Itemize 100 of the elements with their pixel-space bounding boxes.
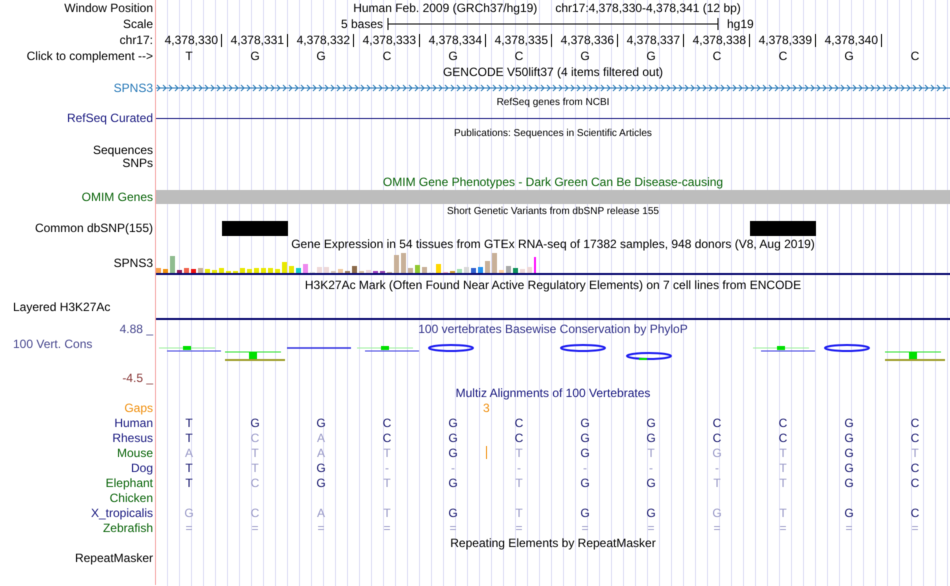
aligned-base: - (714, 462, 720, 474)
aligned-base: A (316, 446, 326, 458)
aligned-base: T (778, 446, 788, 458)
reference-base[interactable]: G (288, 50, 354, 62)
aligned-base: G (315, 462, 327, 474)
aligned-base: G (645, 506, 657, 518)
row-label[interactable]: chr17: (120, 34, 153, 46)
aligned-base: G (579, 476, 591, 488)
track-title: H3K27Ac Mark (Often Found Near Active Regulatory Elements) on 7 cell lines from ENCODE (304, 278, 802, 290)
gap-count: 3 (483, 402, 490, 414)
aligned-base: G (843, 446, 855, 458)
reference-base[interactable]: G (618, 50, 684, 62)
aligned-base: C (910, 462, 920, 474)
aligned-base: = (646, 522, 656, 534)
aligned-base: C (910, 416, 920, 428)
variant-block[interactable] (222, 220, 288, 236)
track-label[interactable]: OMIM Genes (82, 190, 153, 202)
track-label[interactable]: Sequences (92, 144, 153, 156)
aligned-base: = (910, 522, 920, 534)
aligned-base: T (514, 506, 524, 518)
gene-strand-drawing[interactable] (156, 84, 950, 92)
aligned-base: = (514, 522, 524, 534)
aligned-base: G (645, 476, 657, 488)
aligned-base: C (910, 476, 920, 488)
species-label[interactable]: Chicken (110, 492, 153, 504)
track-label[interactable]: RefSeq Curated (66, 112, 153, 124)
track-title: 100 vertebrates Basewise Conservation by PhyloP (418, 323, 688, 335)
variant-block[interactable] (750, 220, 816, 236)
position-text: chr17:4,378,330-4,378,341 (12 bp) (555, 2, 741, 14)
species-label[interactable]: Rhesus (112, 432, 153, 444)
species-label[interactable]: Human (114, 416, 153, 428)
row-label[interactable]: Scale (122, 18, 153, 30)
aligned-base: T (184, 462, 194, 474)
reference-base[interactable]: C (354, 50, 420, 62)
coordinate-tick: 4,378,337 (618, 34, 684, 46)
aligned-base: C (250, 432, 260, 444)
aligned-base: T (382, 506, 392, 518)
aligned-base: = (580, 522, 590, 534)
track-label[interactable]: SPNS3 (114, 257, 153, 269)
track-title: Multiz Alignments of 100 Vertebrates (456, 386, 650, 398)
row-label[interactable]: Window Position (64, 2, 153, 14)
aligned-base: T (382, 476, 392, 488)
scale-assembly: hg19 (727, 18, 754, 30)
aligned-base: G (183, 506, 195, 518)
axis-min-label: -4.5 _ (122, 372, 153, 384)
aligned-base: G (843, 476, 855, 488)
aligned-base: T (250, 446, 260, 458)
aligned-base: G (447, 476, 459, 488)
species-label[interactable]: Dog (130, 462, 153, 474)
aligned-base: T (646, 446, 656, 458)
expression-bars-drawing[interactable] (156, 251, 536, 273)
track-title: Short Genetic Variants from dbSNP release 155 (447, 207, 659, 217)
coordinate-tick: 4,378,332 (288, 34, 354, 46)
coordinate-tick: 4,378,336 (552, 34, 618, 46)
aligned-base: - (582, 462, 588, 474)
track-title: Publications: Sequences in Scientific Articles (454, 129, 652, 139)
reference-base[interactable]: G (420, 50, 486, 62)
aligned-base: T (514, 476, 524, 488)
species-label[interactable]: Elephant (106, 476, 153, 488)
aligned-base: T (184, 432, 194, 444)
aligned-base: - (516, 462, 522, 474)
aligned-base: G (645, 432, 657, 444)
aligned-base: A (184, 446, 194, 458)
track-label[interactable]: 100 Vert. Cons (13, 338, 92, 350)
track-title: Gene Expression in 54 tissues from GTEx RNA-seq of 17382 samples, 948 donors (V8, Aug 2019) (291, 238, 815, 250)
aligned-base: C (712, 416, 722, 428)
aligned-base: T (250, 462, 260, 474)
reference-base[interactable]: T (156, 50, 222, 62)
aligned-base: C (778, 432, 788, 444)
complement-link[interactable]: Click to complement --> (26, 50, 153, 62)
track-label[interactable]: RepeatMasker (74, 552, 153, 564)
axis-max-label: 4.88 _ (120, 323, 153, 335)
aligned-base: G (579, 506, 591, 518)
aligned-base: G (249, 416, 261, 428)
track-label[interactable]: Layered H3K27Ac (13, 301, 110, 313)
aligned-base: G (843, 416, 855, 428)
reference-base[interactable]: C (486, 50, 552, 62)
aligned-base: = (382, 522, 392, 534)
coordinate-tick: 4,378,335 (486, 34, 552, 46)
reference-base[interactable]: G (816, 50, 882, 62)
aligned-base: = (316, 522, 326, 534)
reference-base[interactable]: C (882, 50, 948, 62)
aligned-base: C (250, 506, 260, 518)
species-label[interactable]: Mouse (116, 446, 153, 458)
track-label[interactable]: SPNS3 (114, 82, 153, 94)
reference-base[interactable]: C (750, 50, 816, 62)
track-label[interactable]: SNPs (122, 157, 153, 169)
reference-base[interactable]: G (552, 50, 618, 62)
aligned-base: T (712, 476, 722, 488)
species-label[interactable]: Zebrafish (102, 522, 153, 534)
coordinate-tick: 4,378,338 (684, 34, 750, 46)
reference-base[interactable]: C (684, 50, 750, 62)
aligned-base: G (447, 416, 459, 428)
reference-base[interactable]: G (222, 50, 288, 62)
aligned-base: A (316, 432, 326, 444)
track-title: RefSeq genes from NCBI (496, 98, 610, 108)
aligned-base: G (843, 432, 855, 444)
species-label[interactable]: X_tropicalis (90, 506, 153, 518)
aligned-base: T (910, 446, 920, 458)
track-label[interactable]: Common dbSNP(155) (34, 222, 153, 234)
